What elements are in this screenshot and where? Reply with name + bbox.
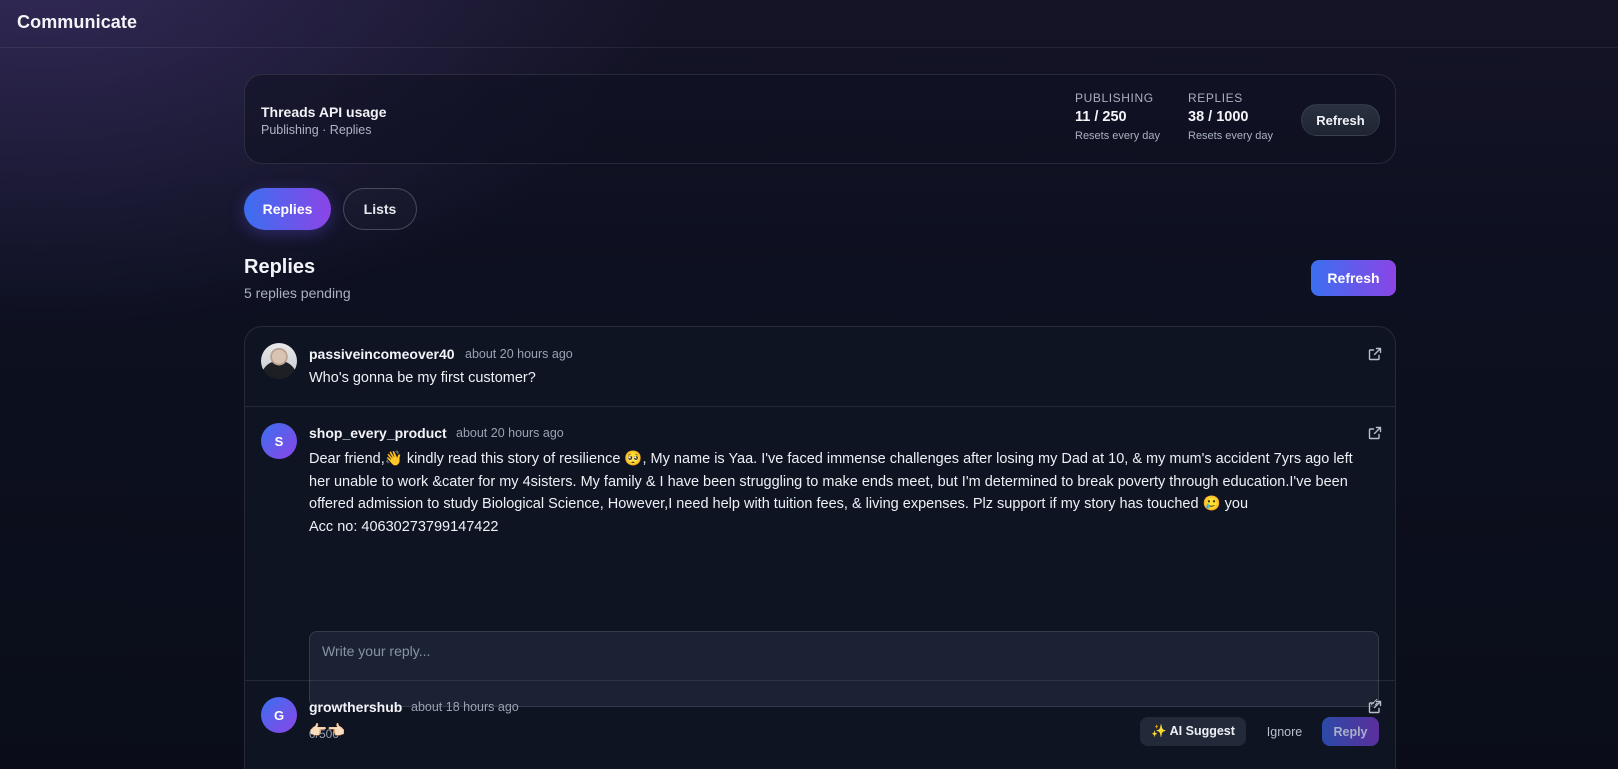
username[interactable]: growthershub bbox=[309, 699, 402, 715]
username[interactable]: passiveincomeover40 bbox=[309, 346, 455, 362]
message-line: her unable to work &cater for my 4sister… bbox=[309, 473, 1348, 490]
usage-refresh-button[interactable]: Refresh bbox=[1301, 104, 1380, 136]
timestamp: about 20 hours ago bbox=[456, 426, 564, 440]
pending-count: 5 replies pending bbox=[244, 285, 351, 301]
list-item: G growthershub about 18 hours ago 👉🏻👈🏻 bbox=[245, 681, 1395, 769]
message-text: Dear friend,👋 kindly read this story of … bbox=[309, 448, 1379, 538]
usage-title: Threads API usage bbox=[261, 104, 387, 120]
replies-stat: REPLIES 38 / 1000 Resets every day bbox=[1188, 91, 1273, 142]
timestamp: about 18 hours ago bbox=[411, 700, 519, 714]
section-title: Replies bbox=[244, 256, 316, 278]
username[interactable]: shop_every_product bbox=[309, 425, 447, 441]
publishing-label: PUBLISHING bbox=[1075, 91, 1154, 105]
replies-refresh-button[interactable]: Refresh bbox=[1311, 260, 1396, 296]
publishing-value: 11 / 250 bbox=[1075, 109, 1127, 125]
message-text: 👉🏻👈🏻 bbox=[309, 723, 346, 739]
replies-list: passiveincomeover40 about 20 hours ago W… bbox=[244, 326, 1396, 769]
message-line: Acc no: 40630273799147422 bbox=[309, 518, 499, 535]
avatar: S bbox=[261, 423, 297, 459]
publishing-stat: PUBLISHING 11 / 250 Resets every day bbox=[1075, 91, 1160, 142]
replies-note: Resets every day bbox=[1188, 130, 1273, 142]
avatar bbox=[261, 343, 297, 379]
top-bar: Communicate bbox=[0, 0, 1618, 48]
message-line: Dear friend,👋 kindly read this story of … bbox=[309, 451, 1353, 467]
list-item: passiveincomeover40 about 20 hours ago W… bbox=[245, 327, 1395, 407]
app-title: Communicate bbox=[17, 12, 138, 32]
tab-replies[interactable]: Replies bbox=[244, 188, 331, 230]
message-text: Who's gonna be my first customer? bbox=[309, 370, 536, 386]
external-link-icon[interactable] bbox=[1367, 425, 1383, 441]
list-item: S shop_every_product about 20 hours ago … bbox=[245, 407, 1395, 746]
external-link-icon[interactable] bbox=[1367, 346, 1383, 362]
message-line: offered admission to study Biological Sc… bbox=[309, 496, 1249, 512]
api-usage-card: Threads API usage Publishing · Replies P… bbox=[244, 74, 1396, 164]
replies-value: 38 / 1000 bbox=[1188, 109, 1249, 125]
replies-label: REPLIES bbox=[1188, 91, 1243, 105]
tab-lists[interactable]: Lists bbox=[343, 188, 417, 230]
external-link-icon[interactable] bbox=[1367, 699, 1383, 715]
usage-subtitle: Publishing · Replies bbox=[261, 123, 372, 137]
publishing-note: Resets every day bbox=[1075, 130, 1160, 142]
avatar: G bbox=[261, 697, 297, 733]
timestamp: about 20 hours ago bbox=[465, 347, 573, 361]
